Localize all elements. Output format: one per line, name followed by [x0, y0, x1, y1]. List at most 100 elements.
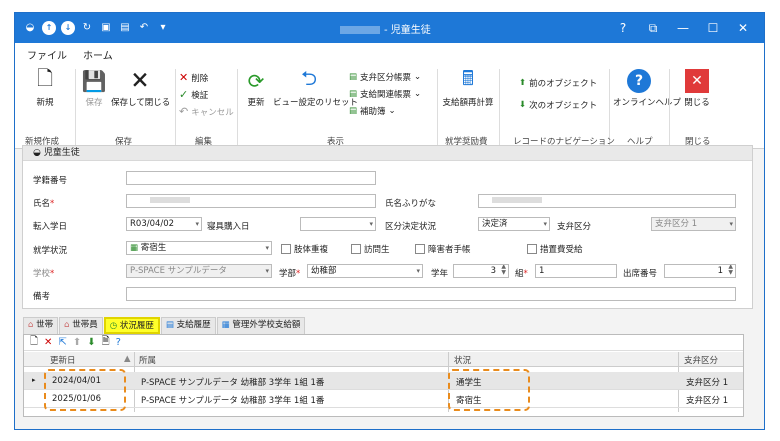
col-support[interactable]: 支弁区分: [684, 354, 718, 366]
ledger-icon: ▤: [165, 320, 174, 330]
tab-file[interactable]: ファイル: [27, 47, 67, 62]
label-seat-no: 出席番号: [623, 269, 658, 279]
transfer-date-input[interactable]: R03/04/02 ▾: [126, 217, 202, 231]
label-student-no: 学籍番号: [33, 176, 68, 186]
name-input[interactable]: [126, 194, 376, 208]
chevron-down-icon: ⌄: [388, 106, 396, 116]
prev-object-button[interactable]: ⬆ 前のオブジェクト: [519, 77, 597, 89]
student-icon: ◒: [33, 148, 44, 158]
table-row[interactable]: ▸ 2024/04/01 P-SPACE サンプルデータ 幼稚部 3学年 1組 …: [24, 372, 743, 390]
checkbox-disability-cert[interactable]: 障害者手帳: [415, 243, 471, 255]
table-row[interactable]: 2025/01/06 P-SPACE サンプルデータ 幼稚部 3学年 1組 1番…: [24, 390, 743, 408]
chevron-down-icon: ⌄: [414, 72, 422, 82]
reset-view-icon: ⮌: [300, 66, 318, 90]
related-ledger-dropdown[interactable]: ▤ 支給関連帳票 ⌄: [349, 88, 421, 100]
help-icon[interactable]: ?: [608, 18, 638, 38]
sort-icon: ▲: [124, 354, 131, 364]
chevron-down-icon: ▾: [369, 220, 373, 228]
aux-ledger-dropdown[interactable]: ▤ 補助簿 ⌄: [349, 105, 396, 117]
checkbox-physical[interactable]: 肢体重複: [281, 243, 328, 255]
support-cat-select[interactable]: 支弁区分 1 ▾: [651, 217, 736, 231]
save-close-button[interactable]: 🗙 保存して閉じる: [111, 66, 170, 108]
col-status[interactable]: 状況: [454, 354, 471, 366]
verify-button[interactable]: ✓ 検証: [179, 88, 208, 101]
close-window-button[interactable]: ✕: [728, 18, 758, 38]
name-kana-input[interactable]: [478, 194, 736, 208]
checkbox-visiting[interactable]: 訪問生: [351, 243, 390, 255]
down-arrow-icon[interactable]: ⬇: [87, 337, 95, 348]
window-controls: ? ⧉ — ☐ ✕: [608, 18, 758, 38]
link-icon[interactable]: ⇱: [58, 337, 66, 348]
new-row-icon[interactable]: 🗋: [30, 334, 38, 351]
recalc-button[interactable]: 🖩 支給額再計算: [441, 66, 495, 108]
refresh-button[interactable]: ⟳ 更新: [241, 69, 271, 108]
up-arrow-icon: ⬆: [519, 78, 527, 88]
save-close-icon[interactable]: ▤: [118, 21, 132, 35]
dept-select[interactable]: 幼稚部 ▾: [307, 264, 423, 278]
close-button[interactable]: ✕ 閉じる: [679, 69, 715, 108]
bedding-date-input[interactable]: ▾: [300, 217, 376, 231]
delete-button[interactable]: ✕ 削除: [179, 71, 208, 84]
window-title: - 児童生徒: [340, 21, 431, 36]
house-icon: ⌂: [64, 320, 70, 330]
col-updated[interactable]: 更新日: [50, 354, 76, 366]
label-school: 学校*: [33, 269, 55, 279]
form-header: ◒ 児童生徒: [23, 146, 752, 161]
download-icon[interactable]: ↓: [61, 21, 75, 35]
upload-icon[interactable]: ↑: [42, 21, 56, 35]
tab-household-members[interactable]: ⌂ 世帯員: [59, 317, 103, 334]
reset-view-button[interactable]: ⮌ ビュー設定のリセット: [273, 66, 358, 108]
tab-household[interactable]: ⌂ 世帯: [23, 317, 59, 334]
delete-x-icon: ✕: [179, 71, 189, 84]
refresh-arrows-icon: ⟳: [247, 69, 265, 93]
minimize-button[interactable]: —: [668, 18, 698, 38]
dorm-icon: ▦: [130, 243, 141, 253]
enroll-status-select[interactable]: ▦ 寄宿生 ▾: [126, 241, 272, 255]
date-highlight-annotation: [44, 369, 126, 411]
row-indicator-icon: ▸: [32, 376, 36, 384]
calculator-icon: 🖩: [462, 66, 474, 90]
cancel-button[interactable]: ↶ キャンセル: [179, 105, 234, 118]
restore-icon[interactable]: ⧉: [638, 18, 668, 38]
new-button[interactable]: 🗋 新規: [27, 66, 63, 108]
student-no-input[interactable]: [126, 171, 376, 185]
label-enroll-status: 就学状況: [33, 246, 68, 256]
up-arrow-icon[interactable]: ⬆: [73, 337, 81, 348]
check-icon: ✓: [179, 88, 189, 101]
ledger-icon: ▤: [349, 106, 358, 116]
undo-icon[interactable]: ↶: [137, 21, 151, 35]
delete-row-icon[interactable]: ✕: [44, 337, 52, 348]
label-name-kana: 氏名ふりがな: [385, 199, 437, 209]
checkbox-measure-fee[interactable]: 措置費受給: [527, 243, 583, 255]
next-object-button[interactable]: ⬇ 次のオブジェクト: [519, 99, 597, 111]
sub-ledger-dropdown[interactable]: ▤ 支弁区分帳票 ⌄: [349, 71, 421, 83]
tab-payment-history[interactable]: ▤ 支給履歴: [160, 317, 216, 334]
remarks-input[interactable]: [126, 287, 736, 301]
chevron-down-icon: ▾: [543, 220, 547, 228]
status-highlight-annotation: [448, 369, 530, 411]
save-button[interactable]: 💾 保存: [79, 69, 109, 108]
student-form: ◒ 児童生徒 学籍番号 氏名* 氏名ふりがな 転入学日 R03/04/02 ▾ 寝…: [22, 145, 753, 309]
tab-status-history[interactable]: ◷ 状況履歴: [103, 317, 160, 334]
save-icon[interactable]: ▣: [99, 21, 113, 35]
decision-status-select[interactable]: 決定済 ▾: [478, 217, 550, 231]
quick-access-toolbar: ◒ ↑ ↓ ↻ ▣ ▤ ↶ ▾: [23, 21, 170, 35]
online-help-button[interactable]: ? オンラインヘルプ: [613, 69, 681, 108]
label-grade: 学年: [431, 269, 449, 279]
class-input[interactable]: 1: [535, 264, 617, 278]
detail-tabs: ⌂ 世帯 ⌂ 世帯員 ◷ 状況履歴 ▤ 支給履歴 ▦ 管理外学校支給額: [23, 317, 306, 334]
grade-stepper[interactable]: 3 ▲ ▼: [453, 264, 509, 278]
label-class: 組*: [515, 269, 528, 279]
maximize-button[interactable]: ☐: [698, 18, 728, 38]
help-icon[interactable]: ?: [116, 337, 121, 348]
back-arrow-icon: ↶: [179, 105, 189, 118]
col-affiliation[interactable]: 所属: [139, 354, 156, 366]
export-icon[interactable]: 🗎: [102, 334, 110, 351]
refresh-icon[interactable]: ↻: [80, 21, 94, 35]
tab-external-school[interactable]: ▦ 管理外学校支給額: [216, 317, 306, 334]
seat-no-stepper[interactable]: 1 ▲ ▼: [664, 264, 736, 278]
chevron-down-icon[interactable]: ▾: [156, 21, 170, 35]
floppy-icon: 💾: [81, 69, 107, 93]
school-select[interactable]: P-SPACE サンプルデータ ▾: [126, 264, 272, 278]
ribbon: 🗋 新規 💾 保存 🗙 保存して閉じる ✕ 削除 ✓ 検証 ↶ キャンセル ⟳ 更新 …: [15, 63, 764, 149]
